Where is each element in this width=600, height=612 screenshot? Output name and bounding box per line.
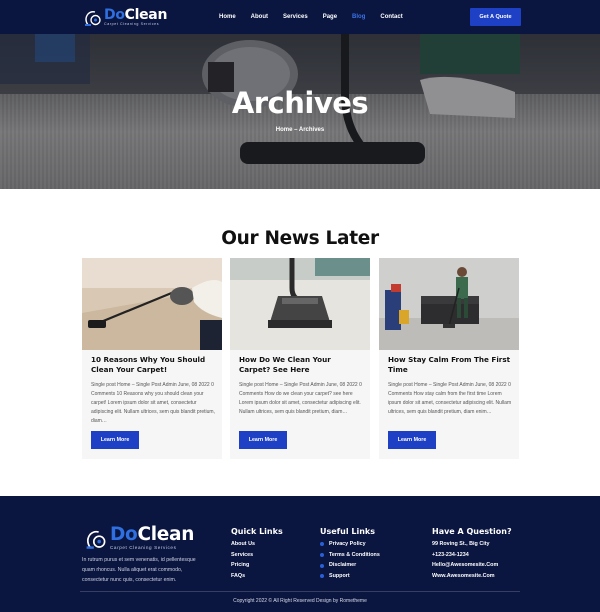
bullet-dot-icon (320, 563, 324, 568)
news-card-excerpt: Single post Home – Single Post Admin Jun… (239, 382, 362, 415)
bullet-dot-icon (320, 542, 324, 547)
breadcrumb[interactable]: Home – Archives (0, 127, 600, 133)
footer-link-about-us[interactable]: About Us (231, 539, 255, 550)
quick-links-title: Quick Links (231, 527, 283, 536)
contact-title: Have A Question? (432, 527, 512, 536)
news-card-title[interactable]: How Stay Calm From The First Time (388, 355, 513, 375)
footer-logo-tagline: Carpet Cleaning Services (110, 544, 177, 550)
copyright-text: Copyright 2022 © All Right Reserved Desi… (233, 598, 367, 604)
learn-more-button[interactable]: Learn More (239, 431, 287, 449)
footer-link-privacy-policy[interactable]: Privacy Policy (320, 539, 380, 550)
learn-more-button[interactable]: Learn More (388, 431, 436, 449)
page-title: Archives (231, 86, 369, 120)
nav-home[interactable]: Home (219, 12, 236, 22)
footer-link-terms[interactable]: Terms & Conditions (320, 550, 380, 561)
footer-logo[interactable]: DoClean Carpet Cleaning Services (82, 524, 195, 550)
bullet-dot-icon (320, 553, 324, 558)
footer-link-services[interactable]: Services (231, 550, 255, 561)
nav-services[interactable]: Services (283, 12, 308, 22)
quick-links-list: About Us Services Pricing FAQs (231, 539, 255, 582)
nav-blog[interactable]: Blog (352, 12, 365, 22)
news-card: How Do We Clean Your Carpet? See Here Si… (230, 258, 370, 459)
site-header: DoClean Carpet Cleaning Services Home Ab… (0, 0, 600, 34)
footer-about-text: In rutrum purus et sem venenatis, id pel… (82, 557, 196, 583)
footer-link-pricing[interactable]: Pricing (231, 560, 255, 571)
nav-contact[interactable]: Contact (380, 12, 402, 22)
news-section-title: Our News Later (221, 228, 379, 249)
contact-website[interactable]: Www.Awesomesite.Com (432, 571, 498, 582)
main-nav: Home About Services Page Blog Contact (219, 12, 418, 22)
footer-link-disclaimer[interactable]: Disclaimer (320, 560, 380, 571)
news-card: 10 Reasons Why You Should Clean Your Car… (82, 258, 222, 459)
footer-logo-word-clean: Clean (137, 524, 195, 545)
vacuum-logo-icon (82, 7, 102, 27)
vacuum-logo-icon (82, 526, 108, 550)
logo-word-do: Do (104, 6, 125, 23)
nav-about[interactable]: About (251, 12, 268, 22)
footer-divider (80, 591, 520, 592)
news-card-image[interactable] (379, 258, 519, 350)
footer-link-faqs[interactable]: FAQs (231, 571, 255, 582)
site-footer: DoClean Carpet Cleaning Services In rutr… (0, 496, 600, 612)
news-card-image[interactable] (230, 258, 370, 350)
news-card-image[interactable] (82, 258, 222, 350)
logo-tagline: Carpet Cleaning Services (104, 21, 160, 26)
bullet-dot-icon (320, 574, 324, 579)
news-card-title[interactable]: How Do We Clean Your Carpet? See Here (239, 355, 364, 375)
news-card-title[interactable]: 10 Reasons Why You Should Clean Your Car… (91, 355, 216, 375)
footer-logo-word-do: Do (110, 524, 138, 545)
contact-phone[interactable]: +123-234-1234 (432, 550, 498, 561)
contact-address: 99 Roving St., Big City (432, 541, 490, 547)
news-card-excerpt: Single post Home – Single Post Admin Jun… (388, 382, 512, 415)
useful-links-list: Privacy Policy Terms & Conditions Discla… (320, 539, 380, 582)
contact-list: 99 Roving St., Big City +123-234-1234 He… (432, 539, 498, 582)
news-card-excerpt: Single post Home – Single Post Admin Jun… (91, 382, 215, 424)
contact-email[interactable]: Hello@Awesomesite.Com (432, 560, 498, 571)
site-logo[interactable]: DoClean Carpet Cleaning Services (82, 6, 167, 28)
news-card: How Stay Calm From The First Time Single… (379, 258, 519, 459)
logo-word-clean: Clean (124, 6, 168, 23)
footer-link-support[interactable]: Support (320, 571, 380, 582)
useful-links-title: Useful Links (320, 527, 376, 536)
learn-more-button[interactable]: Learn More (91, 431, 139, 449)
nav-page[interactable]: Page (323, 12, 337, 22)
get-a-quote-button[interactable]: Get A Quote (470, 8, 521, 26)
hero-banner: Archives Home – Archives (0, 34, 600, 189)
